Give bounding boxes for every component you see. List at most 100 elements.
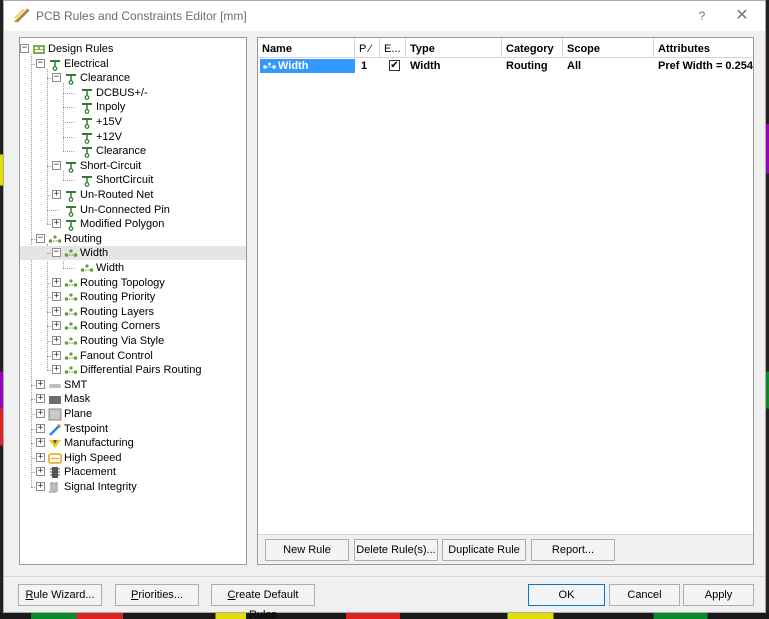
pcb-background-bottom: [0, 613, 769, 619]
tree-node-inpoly-4[interactable]: Inpoly: [20, 100, 246, 115]
expand-icon[interactable]: +: [52, 365, 61, 375]
rules-tree[interactable]: − Design Rules − Electrical − Clearance DCBUS+…: [19, 37, 247, 565]
tree-node-label: Routing Priority: [80, 291, 156, 304]
expand-icon[interactable]: +: [36, 409, 45, 418]
expand-icon[interactable]: +: [52, 350, 61, 360]
clearance-rule-icon: [66, 191, 76, 202]
tree-node-routing-13[interactable]: − Routing: [20, 232, 246, 246]
priorities-button[interactable]: Priorities...: [115, 584, 199, 606]
collapse-icon[interactable]: −: [20, 44, 29, 53]
expand-icon[interactable]: +: [36, 452, 45, 462]
close-button[interactable]: ✕: [732, 7, 752, 25]
tree-node-un-connected-pin-11[interactable]: Un-Connected Pin: [20, 203, 246, 217]
tree-node-plane-25[interactable]: + Plane: [20, 407, 246, 421]
tree-node-routing-layers-18[interactable]: + Routing Layers: [20, 305, 246, 319]
expand-icon[interactable]: +: [52, 190, 61, 199]
tree-node-width-15[interactable]: Width: [20, 261, 246, 275]
column-category-header[interactable]: Category: [502, 38, 563, 58]
placement-rule-icon: [50, 467, 60, 479]
rule-wizard-button[interactable]: Rule Wizard...: [18, 584, 102, 606]
tree-node-routing-topology-16[interactable]: + Routing Topology: [20, 276, 246, 290]
tree-node-short-circuit-8[interactable]: − Short-Circuit: [20, 159, 246, 173]
tree-node-routing-via-style-20[interactable]: + Routing Via Style: [20, 334, 246, 348]
collapse-icon[interactable]: −: [52, 248, 61, 258]
collapse-icon[interactable]: −: [36, 58, 45, 68]
expand-icon[interactable]: +: [52, 219, 61, 229]
tree-connector: [63, 107, 74, 109]
rules-list[interactable]: Name P ⁄ E... Type Category Scope Attrib…: [257, 37, 754, 565]
column-attributes-header[interactable]: Attributes: [654, 38, 753, 58]
tree-node-routing-priority-17[interactable]: + Routing Priority: [20, 290, 246, 304]
collapse-icon[interactable]: −: [36, 233, 45, 243]
tree-node-label: Manufacturing: [64, 437, 134, 450]
expand-icon[interactable]: +: [36, 438, 45, 448]
column-scope-header[interactable]: Scope: [563, 38, 654, 58]
expand-icon[interactable]: +: [36, 467, 45, 477]
tree-node-dcbus-3[interactable]: DCBUS+/-: [20, 86, 246, 100]
tree-node-label: Routing Topology: [80, 276, 165, 289]
expand-icon[interactable]: +: [52, 277, 61, 287]
rule-category-cell: Routing: [506, 60, 548, 72]
create-default-rules-button[interactable]: Create Default Rules: [211, 584, 315, 619]
tree-node-shortcircuit-9[interactable]: ShortCircuit: [20, 173, 246, 188]
footer-divider: [4, 576, 765, 577]
expand-icon[interactable]: +: [52, 292, 61, 302]
routing-rule-icon: [64, 351, 78, 360]
apply-button[interactable]: Apply: [683, 584, 754, 606]
rule-name-cell[interactable]: Width: [260, 59, 355, 73]
tree-node-electrical-1[interactable]: − Electrical: [20, 57, 246, 71]
expand-icon[interactable]: +: [52, 306, 61, 316]
window-title: PCB Rules and Constraints Editor [mm]: [36, 9, 247, 23]
help-button[interactable]: ?: [692, 7, 712, 25]
tree-node-label: SMT: [64, 378, 88, 391]
rule-attributes-cell: Pref Width = 0.254mm: [658, 60, 753, 72]
collapse-icon[interactable]: −: [52, 73, 61, 83]
clearance-rule-icon: [82, 176, 92, 188]
cancel-button[interactable]: Cancel: [609, 584, 680, 606]
column-enabled-header[interactable]: E...: [380, 38, 406, 58]
report-button[interactable]: Report...: [531, 539, 615, 561]
rule-enabled-checkbox[interactable]: ✔: [389, 60, 400, 71]
rule-row-width[interactable]: Width 1 ✔ Width Routing All Pref Width =…: [258, 59, 753, 73]
expand-icon[interactable]: +: [36, 482, 45, 491]
title-bar[interactable]: PCB Rules and Constraints Editor [mm] ? …: [4, 1, 765, 31]
tree-node-15v-5[interactable]: +15V: [20, 115, 246, 129]
manufacturing-rule-icon: [49, 440, 61, 449]
tree-node-label: Width: [96, 262, 125, 274]
expand-icon[interactable]: +: [52, 336, 61, 345]
ok-button[interactable]: OK: [528, 584, 605, 606]
tree-node-un-routed-net-10[interactable]: + Un-Routed Net: [20, 188, 246, 202]
column-name-header[interactable]: Name: [258, 38, 355, 58]
tree-node-differential-pairs-routing-22[interactable]: + Differential Pairs Routing: [20, 363, 246, 377]
tree-node-smt-23[interactable]: + SMT: [20, 378, 246, 392]
tree-node-mask-24[interactable]: + Mask: [20, 392, 246, 406]
collapse-icon[interactable]: −: [52, 160, 61, 170]
tree-node-routing-corners-19[interactable]: + Routing Corners: [20, 319, 246, 333]
tree-node-high-speed-28[interactable]: + High Speed: [20, 451, 246, 465]
tree-node-manufacturing-27[interactable]: + Manufacturing: [20, 436, 246, 450]
delete-rule-button[interactable]: Delete Rule(s)...: [354, 539, 438, 561]
column-type-header[interactable]: Type: [406, 38, 502, 58]
tree-node-width-14[interactable]: − Width: [20, 246, 246, 261]
tree-node-label: +15V: [96, 116, 122, 128]
column-priority-header[interactable]: P ⁄: [355, 38, 380, 58]
tree-node-clearance-7[interactable]: Clearance: [20, 144, 246, 159]
expand-icon[interactable]: +: [36, 423, 45, 433]
new-rule-button[interactable]: New Rule: [265, 539, 349, 561]
tree-node-clearance-2[interactable]: − Clearance: [20, 71, 246, 86]
expand-icon[interactable]: +: [36, 379, 45, 389]
tree-node-12v-6[interactable]: +12V: [20, 130, 246, 144]
tree-node-fanout-control-21[interactable]: + Fanout Control: [20, 349, 246, 363]
tree-node-testpoint-26[interactable]: + Testpoint: [20, 422, 246, 436]
expand-icon[interactable]: +: [36, 394, 45, 404]
expand-icon[interactable]: +: [52, 321, 61, 331]
tree-node-modified-polygon-12[interactable]: + Modified Polygon: [20, 217, 246, 232]
routing-rule-icon: [64, 278, 78, 287]
design-rules-icon: [33, 45, 45, 54]
duplicate-rule-button[interactable]: Duplicate Rule: [442, 539, 526, 561]
tree-node-placement-29[interactable]: + Placement: [20, 465, 246, 479]
tree-node-design-rules-0[interactable]: − Design Rules: [20, 42, 246, 56]
electrical-rule-icon: [50, 59, 60, 71]
tree-node-signal-integrity-30[interactable]: + Signal Integrity: [20, 480, 246, 494]
tree-node-label: DCBUS+/-: [96, 86, 148, 99]
